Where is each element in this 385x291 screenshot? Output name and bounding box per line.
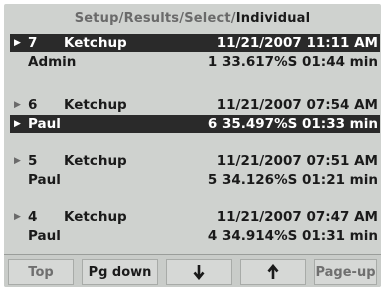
breadcrumb-individual: Individual — [235, 11, 311, 26]
record-user: Paul — [28, 116, 61, 132]
device-screen: Setup/Results/Select/Individual ▶ 7 Ketc… — [4, 4, 381, 287]
record-header-row[interactable]: ▶ 5 Ketchup 11/21/2007 07:51 AM — [10, 152, 380, 170]
record-user: Admin — [28, 54, 77, 70]
down-button[interactable] — [166, 259, 232, 285]
record-user: Paul — [28, 172, 61, 188]
record-result: 6 35.497%S 01:33 min — [207, 116, 378, 132]
record-number: 7 — [28, 35, 38, 51]
record-result: 1 33.617%S 01:44 min — [207, 54, 378, 70]
page-up-button[interactable]: Page-up — [314, 259, 377, 285]
record-header-row[interactable]: ▶ 4 Ketchup 11/21/2007 07:47 AM — [10, 208, 380, 226]
breadcrumb-select[interactable]: Select — [184, 11, 231, 26]
row-arrow-icon: ▶ — [14, 100, 21, 110]
record-detail-row[interactable]: Paul 4 34.914%S 01:31 min — [10, 227, 380, 245]
record-result: 5 34.126%S 01:21 min — [207, 172, 378, 188]
record-datetime: 11/21/2007 07:47 AM — [216, 209, 378, 225]
arrow-up-icon — [267, 264, 279, 279]
pg-down-button[interactable]: Pg down — [82, 259, 158, 285]
record-detail-row[interactable]: Paul 5 34.126%S 01:21 min — [10, 171, 380, 189]
record-name: Ketchup — [64, 153, 127, 169]
record-header-row[interactable]: ▶ 6 Ketchup 11/21/2007 07:54 AM — [10, 96, 380, 114]
record-user: Paul — [28, 228, 61, 244]
record-name: Ketchup — [64, 35, 127, 51]
record-name: Ketchup — [64, 209, 127, 225]
record-number: 6 — [28, 97, 38, 113]
arrow-down-icon — [193, 265, 205, 280]
row-arrow-icon: ▶ — [14, 156, 21, 166]
breadcrumb-setup[interactable]: Setup — [75, 11, 119, 26]
record-result: 4 34.914%S 01:31 min — [207, 228, 378, 244]
record-detail-row[interactable]: Admin 1 33.617%S 01:44 min — [10, 53, 380, 71]
row-arrow-icon: ▶ — [14, 212, 21, 222]
record-number: 4 — [28, 209, 38, 225]
softkey-bar: Top Pg down Page-up — [4, 254, 381, 287]
row-arrow-icon: ▶ — [14, 119, 21, 129]
top-button[interactable]: Top — [8, 259, 74, 285]
breadcrumb: Setup/Results/Select/Individual — [4, 8, 381, 30]
record-header-row[interactable]: ▶ 7 Ketchup 11/21/2007 11:11 AM — [10, 34, 380, 52]
record-number: 5 — [28, 153, 38, 169]
record-datetime: 11/21/2007 11:11 AM — [216, 35, 378, 51]
record-datetime: 11/21/2007 07:54 AM — [216, 97, 378, 113]
breadcrumb-results[interactable]: Results — [124, 11, 180, 26]
record-detail-row[interactable]: ▶ Paul 6 35.497%S 01:33 min — [10, 115, 380, 133]
row-arrow-icon: ▶ — [14, 38, 21, 48]
up-button[interactable] — [240, 259, 306, 285]
record-datetime: 11/21/2007 07:51 AM — [216, 153, 378, 169]
record-name: Ketchup — [64, 97, 127, 113]
